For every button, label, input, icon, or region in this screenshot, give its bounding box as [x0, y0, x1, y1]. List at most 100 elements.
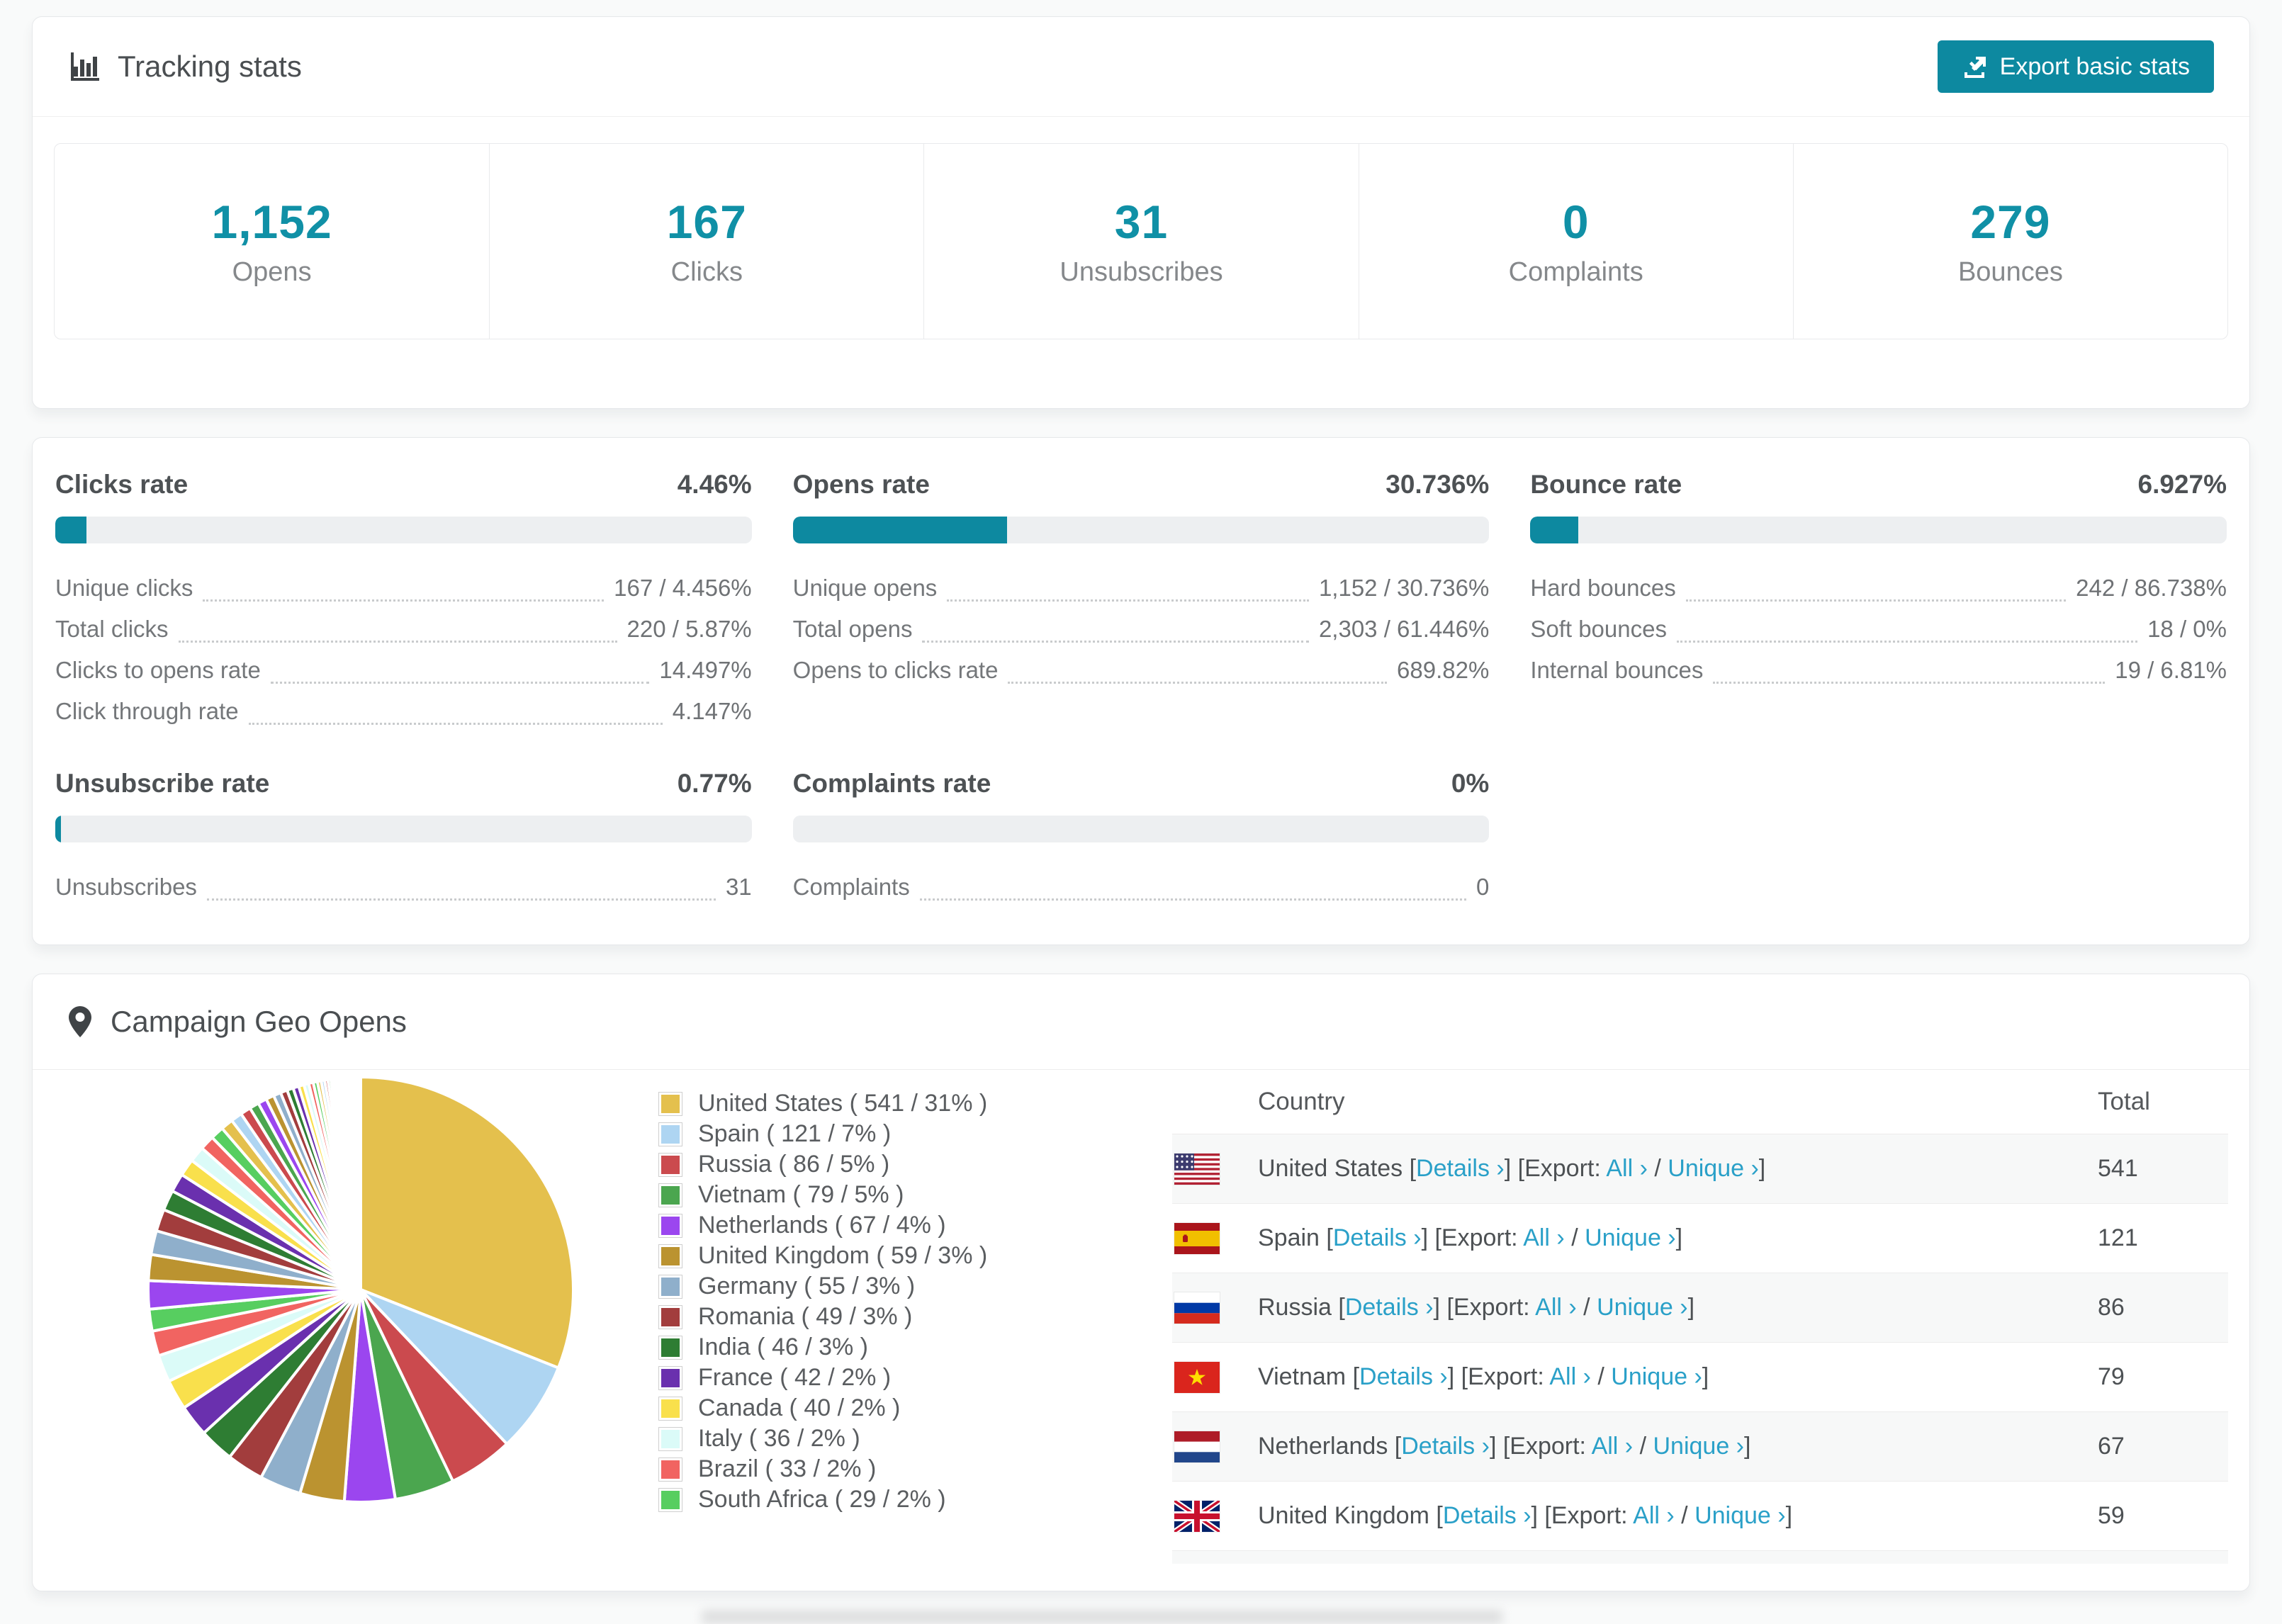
rate-title: Bounce rate	[1530, 470, 1682, 499]
total-cell: 55	[2097, 1550, 2228, 1564]
rate-row-label: Unique clicks	[55, 575, 193, 601]
export-button-label: Export basic stats	[1999, 52, 2190, 80]
rate-row-value: 0	[1476, 874, 1490, 900]
legend-label: Romania ( 49 / 3% )	[698, 1303, 913, 1330]
stat-label: Opens	[232, 257, 312, 287]
rate-row: Unique clicks 167 / 4.456%	[55, 568, 752, 609]
rate-row-label: Total clicks	[55, 616, 169, 642]
rate-row-label: Opens to clicks rate	[792, 657, 999, 683]
rate-row: Unsubscribes 31	[55, 867, 752, 908]
legend-swatch	[658, 1244, 682, 1268]
tracking-stats-card: Tracking stats Export basic stats 1,152 O…	[32, 16, 2250, 409]
tracking-stats-title-block: Tracking stats	[68, 50, 302, 84]
total-cell: 67	[2097, 1411, 2228, 1482]
vn-flag-icon	[1174, 1361, 1220, 1393]
legend-label: Canada ( 40 / 2% )	[698, 1394, 901, 1421]
legend-swatch	[658, 1152, 682, 1177]
legend-item: India ( 46 / 3% )	[658, 1332, 987, 1363]
geo-body: United States ( 541 / 31% ) Spain ( 121 /…	[33, 1070, 2249, 1564]
geo-opens-card: Campaign Geo Opens United States ( 541 /…	[32, 974, 2250, 1591]
export-unique-link[interactable]: Unique ›	[1653, 1433, 1744, 1460]
rate-row: Opens to clicks rate 689.82%	[792, 650, 1489, 691]
country-cell: Vietnam [Details ›] [Export: All › / Uni…	[1257, 1342, 2097, 1412]
pie-slice-other	[359, 1075, 362, 1290]
rate-row-value: 242 / 86.738%	[2076, 575, 2227, 601]
country-cell: United Kingdom [Details ›] [Export: All …	[1257, 1481, 2097, 1551]
dotted-leader	[178, 641, 617, 643]
details-link[interactable]: Details ›	[1345, 1294, 1434, 1321]
export-unique-link[interactable]: Unique ›	[1694, 1502, 1786, 1529]
dotted-leader	[1713, 682, 2106, 684]
legend-label: Spain ( 121 / 7% )	[698, 1120, 892, 1147]
rate-title: Clicks rate	[55, 470, 189, 499]
rate-row: Total opens 2,303 / 61.446%	[792, 609, 1490, 650]
progress-bar-fill	[1530, 517, 1579, 543]
rate-row-value: 18 / 0%	[2147, 616, 2227, 642]
legend-swatch	[658, 1183, 682, 1207]
legend-item: France ( 42 / 2% )	[658, 1363, 987, 1393]
export-all-link[interactable]: All ›	[1592, 1433, 1634, 1460]
stat-value: 1,152	[211, 196, 332, 248]
rate-row-value: 14.497%	[659, 657, 752, 683]
stat-value: 31	[1114, 196, 1169, 248]
rate-row: Unique opens 1,152 / 30.736%	[793, 568, 1489, 609]
legend-swatch	[658, 1487, 682, 1512]
export-all-link[interactable]: All ›	[1523, 1224, 1565, 1251]
legend-label: India ( 46 / 3% )	[698, 1333, 869, 1360]
geo-table-wrap: Country Total United States [Details ›] …	[1172, 1070, 2228, 1564]
rate-row-value: 4.147%	[672, 698, 752, 724]
stat-label: Complaints	[1508, 257, 1643, 287]
geo-table-row-es: Spain [Details ›] [Export: All › / Uniqu…	[1172, 1203, 2228, 1273]
stat-cell-clicks: 167 Clicks	[489, 144, 923, 339]
export-all-link[interactable]: All ›	[1535, 1294, 1577, 1321]
rate-title: Opens rate	[792, 470, 930, 499]
rates-card: Clicks rate 4.46% Unique clicks 167 / 4.456…	[32, 437, 2250, 945]
export-unique-link[interactable]: Unique ›	[1611, 1363, 1702, 1390]
rate-row-label: Soft bounces	[1530, 616, 1667, 642]
export-all-link[interactable]: All ›	[1549, 1363, 1591, 1390]
export-unique-link[interactable]: Unique ›	[1585, 1224, 1676, 1251]
legend-swatch	[658, 1335, 682, 1360]
tracking-stats-header: Tracking stats Export basic stats	[33, 17, 2249, 117]
stat-cell-bounces: 279 Bounces	[1792, 144, 2227, 339]
export-basic-stats-button[interactable]: Export basic stats	[1937, 40, 2214, 93]
geo-legend: United States ( 541 / 31% ) Spain ( 121 /…	[658, 1088, 987, 1515]
details-link[interactable]: Details ›	[1416, 1155, 1505, 1182]
col-header-total: Total	[2098, 1088, 2150, 1115]
legend-label: Netherlands ( 67 / 4% )	[698, 1212, 946, 1239]
details-link[interactable]: Details ›	[1333, 1224, 1422, 1251]
rate-row: Internal bounces 19 / 6.81%	[1530, 650, 2227, 691]
details-link[interactable]: Details ›	[1443, 1502, 1531, 1529]
legend-item: Brazil ( 33 / 2% )	[658, 1454, 987, 1484]
legend-label: United Kingdom ( 59 / 3% )	[698, 1242, 988, 1269]
bottom-blur-artifact	[702, 1610, 1502, 1624]
rate-value: 30.736%	[1386, 470, 1490, 499]
geo-table-row-ru: Russia [Details ›] [Export: All › / Uniq…	[1172, 1273, 2228, 1343]
flag-cell	[1172, 1411, 1257, 1482]
country-cell: Netherlands [Details ›] [Export: All › /…	[1257, 1411, 2097, 1482]
rate-row-label: Complaints	[792, 874, 910, 900]
details-link[interactable]: Details ›	[1401, 1433, 1490, 1460]
details-link[interactable]: Details ›	[1359, 1363, 1448, 1390]
export-unique-link[interactable]: Unique ›	[1597, 1294, 1688, 1321]
geo-table-row-vn: Vietnam [Details ›] [Export: All › / Uni…	[1172, 1342, 2228, 1412]
legend-item: Vietnam ( 79 / 5% )	[658, 1180, 987, 1210]
nl-flag-icon	[1174, 1431, 1220, 1462]
stat-cell-unsubscribes: 31 Unsubscribes	[923, 144, 1358, 339]
stat-cell-opens: 1,152 Opens	[55, 144, 489, 339]
geo-header: Campaign Geo Opens	[33, 974, 2249, 1070]
progress-bar-fill	[55, 816, 61, 842]
export-all-link[interactable]: All ›	[1633, 1502, 1675, 1529]
dotted-leader	[203, 599, 605, 602]
legend-item: United Kingdom ( 59 / 3% )	[658, 1241, 987, 1271]
rate-row-label: Total opens	[792, 616, 913, 642]
export-unique-link[interactable]: Unique ›	[1668, 1155, 1759, 1182]
rate-row-value: 2,303 / 61.446%	[1318, 616, 1490, 642]
flag-cell	[1172, 1481, 1257, 1551]
export-all-link[interactable]: All ›	[1606, 1155, 1648, 1182]
rate-row-label: Hard bounces	[1530, 575, 1676, 601]
country-name: United Kingdom	[1258, 1502, 1429, 1529]
country-cell: Russia [Details ›] [Export: All › / Uniq…	[1257, 1273, 2097, 1343]
dotted-leader	[922, 641, 1309, 643]
dotted-leader	[1008, 682, 1388, 684]
